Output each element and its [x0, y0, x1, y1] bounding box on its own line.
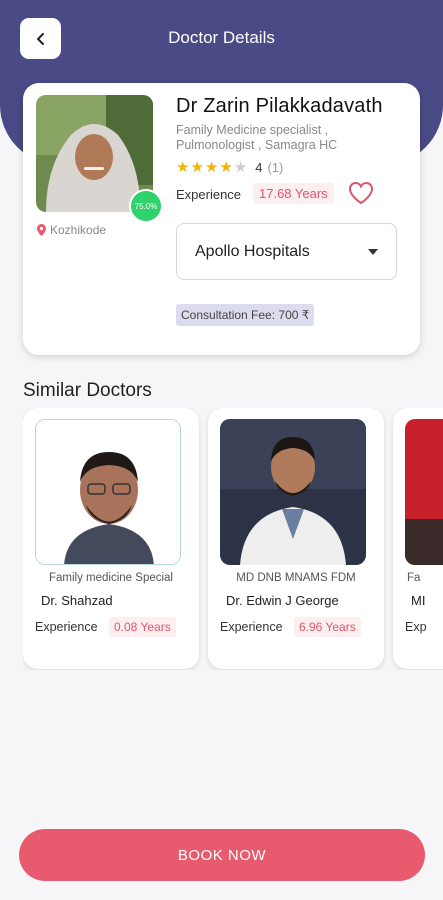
- similar-doctor-experience-label: Exp: [405, 620, 427, 634]
- similar-doctor-card[interactable]: MD DNB MNAMS FDM Dr. Edwin J George Expe…: [208, 408, 384, 669]
- similar-doctor-experience-label: Experience: [220, 620, 283, 634]
- caret-down-icon: [368, 248, 378, 255]
- similar-doctor-card[interactable]: Fa MI Exp: [393, 408, 443, 669]
- similar-doctor-specialization: Fa: [407, 572, 421, 584]
- similar-doctor-photo: [405, 419, 443, 565]
- doctor-specialization: Family Medicine specialist , Pulmonologi…: [176, 123, 338, 152]
- star-icon: ★: [176, 159, 190, 176]
- doctor-profile-card: 75.0% Kozhikode Dr Zarin Pilakkadavath F…: [23, 83, 420, 355]
- page-title: Doctor Details: [168, 28, 275, 47]
- consultation-fee-badge: Consultation Fee: 700 ₹: [176, 304, 315, 326]
- doctor-name: Dr Zarin Pilakkadavath: [176, 95, 383, 117]
- star-icon: ★: [190, 159, 204, 176]
- favorite-heart-icon[interactable]: [348, 181, 374, 205]
- similar-doctor-specialization: Family medicine Special: [49, 572, 173, 584]
- location-text: Kozhikode: [50, 223, 107, 237]
- rating-value: 4: [255, 159, 263, 175]
- similar-doctor-name: Dr. Shahzad: [41, 593, 113, 608]
- similar-doctor-experience-badge: 0.08 Years: [109, 617, 176, 637]
- experience-label: Experience: [176, 187, 242, 202]
- section-title-similar-doctors: Similar Doctors: [23, 380, 152, 401]
- similar-doctor-specialization: MD DNB MNAMS FDM: [236, 572, 356, 584]
- experience-badge: 17.68 Years: [253, 183, 334, 204]
- star-empty-icon: ★: [233, 159, 248, 176]
- star-icon: ★: [204, 159, 219, 176]
- similar-doctors-list: Family medicine Special Dr. Shahzad Expe…: [23, 408, 443, 670]
- similar-doctor-name: MI: [411, 593, 426, 608]
- similar-doctor-experience-badge: 6.96 Years: [294, 617, 361, 637]
- star-icon: ★: [219, 159, 233, 176]
- similar-doctor-name: Dr. Edwin J George: [226, 593, 339, 608]
- similar-doctor-photo: [220, 419, 366, 565]
- book-now-button[interactable]: BOOK NOW: [19, 829, 425, 881]
- location: Kozhikode: [37, 223, 106, 237]
- rating: ★ ★ ★ ★ ★ 4 (1): [176, 158, 283, 176]
- profile-percent-badge: 75.0%: [129, 189, 163, 223]
- map-pin-icon: [37, 224, 46, 236]
- hospital-dropdown-value: Apollo Hospitals: [195, 242, 310, 260]
- rating-count: (1): [267, 159, 284, 175]
- similar-doctor-card[interactable]: Family medicine Special Dr. Shahzad Expe…: [23, 408, 199, 669]
- hospital-dropdown[interactable]: Apollo Hospitals: [176, 223, 397, 280]
- similar-doctor-experience-label: Experience: [35, 620, 98, 634]
- similar-doctor-photo: [35, 419, 181, 565]
